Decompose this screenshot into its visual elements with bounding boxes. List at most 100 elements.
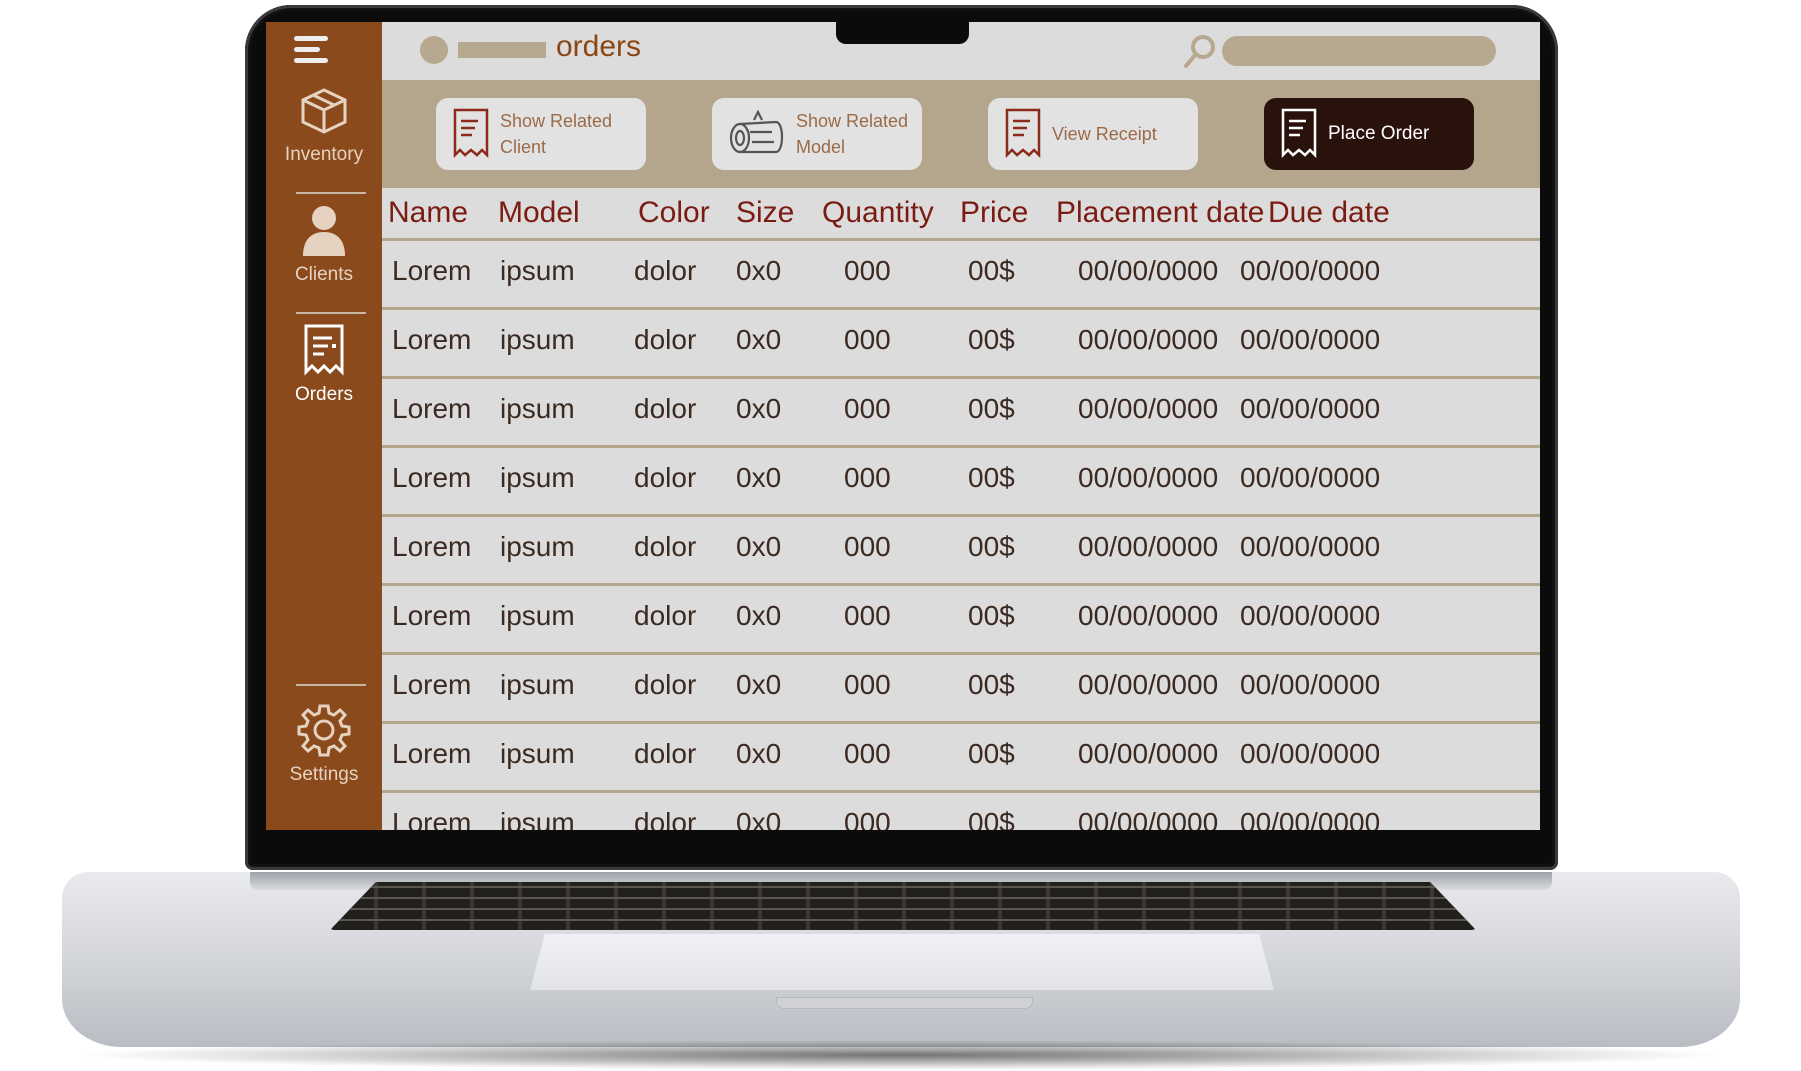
table-cell: 0x0 [736, 600, 782, 631]
table-cell: Lorem [392, 600, 472, 631]
table-row[interactable]: Lorem ipsum dolor 0x0 000 00$ 00/00/0000 00/00/… [382, 514, 1540, 583]
column-header-size[interactable]: Size [736, 196, 794, 230]
laptop-front-lip [776, 997, 1033, 1009]
table-cell: 00/00/0000 [1078, 324, 1219, 355]
sidebar-item-clients[interactable]: Clients [266, 202, 382, 286]
table-cell: dolor [634, 462, 697, 493]
table-cell: 00$ [968, 531, 1015, 562]
receipt-icon [1005, 108, 1041, 159]
table-cell: 000 [844, 807, 891, 830]
table-cell: 000 [844, 531, 891, 562]
app-screen: Inventory Clients Orders Settings orders… [266, 22, 1540, 830]
table-cell: Lorem [392, 324, 472, 355]
orders-table: Name Model Color Size Quantity Price Pla… [382, 188, 1540, 830]
table-cell: 000 [844, 462, 891, 493]
column-header-price[interactable]: Price [960, 196, 1028, 230]
table-cell: 00/00/0000 [1078, 807, 1219, 830]
table-cell: 00/00/0000 [1240, 393, 1381, 424]
table-row[interactable]: Lorem ipsum dolor 0x0 000 00$ 00/00/0000 00/00/… [382, 583, 1540, 652]
page-title: orders [556, 30, 642, 63]
action-label: Place Order [1328, 123, 1430, 144]
status-dot [420, 36, 448, 64]
table-cell: 0x0 [736, 255, 782, 286]
sidebar-item-orders[interactable]: Orders [266, 322, 382, 406]
sidebar-item-label: Inventory [284, 144, 364, 165]
table-cell: 0x0 [736, 462, 782, 493]
sidebar-item-label: Clients [294, 264, 354, 285]
table-cell: 00$ [968, 807, 1015, 830]
show-related-client-button[interactable]: Show Related Client [436, 98, 646, 170]
search-icon[interactable] [1182, 32, 1218, 72]
table-row[interactable]: Lorem ipsum dolor 0x0 000 00$ 00/00/0000 00/00/… [382, 238, 1540, 307]
table-cell: 000 [844, 255, 891, 286]
sidebar-item-inventory[interactable]: Inventory [266, 84, 382, 166]
table-cell: 000 [844, 738, 891, 769]
table-row[interactable]: Lorem ipsum dolor 0x0 000 00$ 00/00/0000 00/00/… [382, 307, 1540, 376]
nav-divider [296, 192, 366, 194]
trackpad [530, 934, 1274, 990]
column-header-quantity[interactable]: Quantity [822, 196, 934, 230]
table-cell: dolor [634, 600, 697, 631]
table-cell: 000 [844, 324, 891, 355]
view-receipt-button[interactable]: View Receipt [988, 98, 1198, 170]
column-header-placement-date[interactable]: Placement date [1056, 196, 1264, 230]
table-cell: dolor [634, 324, 697, 355]
table-row[interactable]: Lorem ipsum dolor 0x0 000 00$ 00/00/0000 00/00/… [382, 652, 1540, 721]
action-bar: Show Related Client Show Related Model V… [382, 80, 1540, 188]
table-cell: 00/00/0000 [1240, 738, 1381, 769]
table-cell: 00$ [968, 462, 1015, 493]
action-label: View Receipt [1052, 124, 1157, 144]
place-order-button[interactable]: Place Order [1264, 98, 1474, 170]
sidebar-item-label: Settings [289, 764, 359, 785]
table-row[interactable]: Lorem ipsum dolor 0x0 000 00$ 00/00/0000 00/00/… [382, 721, 1540, 790]
table-cell: ipsum [500, 807, 575, 830]
table-cell: 00/00/0000 [1078, 531, 1219, 562]
receipt-icon [1281, 108, 1317, 159]
table-cell: Lorem [392, 255, 472, 286]
action-label: Show Related Client [500, 111, 613, 157]
table-cell: 00/00/0000 [1078, 255, 1219, 286]
table-row[interactable]: Lorem ipsum dolor 0x0 000 00$ 00/00/0000 00/00/… [382, 445, 1540, 514]
table-cell: Lorem [392, 669, 472, 700]
sidebar-item-settings[interactable]: Settings [266, 702, 382, 786]
table-cell: 00/00/0000 [1078, 393, 1219, 424]
camera-notch [836, 22, 969, 44]
table-row[interactable]: Lorem ipsum dolor 0x0 000 00$ 00/00/0000 00/00/… [382, 790, 1540, 830]
table-cell: 0x0 [736, 738, 782, 769]
table-cell: dolor [634, 669, 697, 700]
title-decoration [458, 42, 546, 58]
gear-icon [297, 704, 351, 757]
show-related-model-button[interactable]: Show Related Model [712, 98, 922, 170]
table-cell: 00$ [968, 669, 1015, 700]
table-cell: 0x0 [736, 324, 782, 355]
table-cell: Lorem [392, 531, 472, 562]
table-cell: ipsum [500, 393, 575, 424]
column-header-model[interactable]: Model [498, 196, 580, 230]
table-cell: 00/00/0000 [1240, 600, 1381, 631]
table-header: Name Model Color Size Quantity Price Pla… [382, 188, 1540, 238]
table-cell: Lorem [392, 462, 472, 493]
table-cell: 00$ [968, 393, 1015, 424]
log-icon [729, 110, 784, 154]
table-cell: 00$ [968, 324, 1015, 355]
search-input[interactable] [1222, 36, 1496, 66]
table-cell: 00/00/0000 [1078, 462, 1219, 493]
table-cell: 0x0 [736, 531, 782, 562]
column-header-name[interactable]: Name [388, 196, 468, 230]
table-cell: dolor [634, 738, 697, 769]
table-cell: dolor [634, 807, 697, 830]
hamburger-menu-icon[interactable] [294, 36, 330, 66]
column-header-due-date[interactable]: Due date [1268, 196, 1390, 230]
table-row[interactable]: Lorem ipsum dolor 0x0 000 00$ 00/00/0000 00/00/… [382, 376, 1540, 445]
table-cell: 00/00/0000 [1240, 669, 1381, 700]
sidebar-item-label: Orders [294, 384, 354, 405]
table-cell: 00$ [968, 600, 1015, 631]
table-cell: 00/00/0000 [1240, 324, 1381, 355]
table-cell: 00/00/0000 [1240, 807, 1381, 830]
table-cell: dolor [634, 393, 697, 424]
table-cell: 00/00/0000 [1240, 531, 1381, 562]
table-cell: 000 [844, 600, 891, 631]
table-cell: Lorem [392, 807, 472, 830]
box-icon [301, 88, 347, 134]
column-header-color[interactable]: Color [638, 196, 710, 230]
